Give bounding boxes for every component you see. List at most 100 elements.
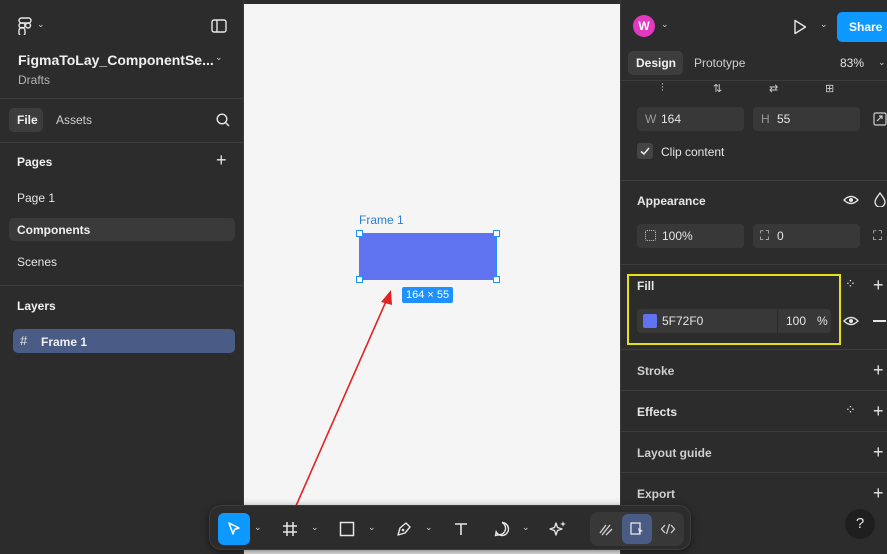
clip-content-label: Clip content [661, 145, 725, 159]
fill-title: Fill [637, 279, 655, 293]
comment-tool[interactable] [486, 513, 518, 545]
add-export-icon[interactable]: + [873, 483, 884, 504]
add-page-icon[interactable]: + [216, 150, 227, 171]
file-location: Drafts [18, 73, 51, 87]
chevron-down-icon[interactable]: ⌄ [215, 52, 223, 63]
layout-guide-title: Layout guide [637, 446, 712, 460]
add-fill-icon[interactable]: + [873, 275, 884, 296]
auto-layout-icon[interactable]: ⫶ [661, 82, 664, 95]
avatar[interactable]: W [633, 15, 655, 37]
pen-icon [397, 522, 411, 536]
comment-icon [494, 521, 510, 537]
chevron-down-icon[interactable]: ⌄ [311, 522, 319, 533]
chevron-down-icon[interactable]: ⌄ [820, 19, 828, 30]
frame-icon [283, 522, 297, 536]
fill-swatch[interactable] [643, 314, 657, 328]
present-icon[interactable] [793, 19, 807, 38]
width-label: W [645, 112, 657, 126]
text-tool[interactable] [445, 513, 477, 545]
page-item[interactable]: Components [17, 223, 90, 237]
corner-radius-field[interactable]: ⛶ 0 [753, 224, 860, 248]
add-layout-guide-icon[interactable]: + [873, 442, 884, 463]
chevron-down-icon[interactable]: ⌄ [37, 19, 45, 30]
add-stroke-icon[interactable]: + [873, 360, 884, 381]
opacity-value[interactable]: 100% [662, 229, 693, 243]
blend-mode-icon[interactable] [874, 191, 886, 210]
properties-panel: W ⌄ ⌄ Share Design Prototype 83% ⌄ ⫶ ⇅ ⇄… [620, 0, 887, 554]
file-name[interactable]: FigmaToLay_ComponentSe... [18, 52, 214, 68]
remove-fill-icon[interactable] [873, 320, 886, 322]
tab-assets[interactable]: Assets [56, 113, 92, 127]
grid-icon[interactable]: ⊞ [825, 82, 834, 95]
fill-divider [777, 309, 778, 333]
fill-hex-value[interactable]: 5F72F0 [662, 314, 703, 328]
height-value[interactable]: 55 [777, 112, 790, 126]
height-field[interactable]: H 55 [753, 107, 860, 131]
search-icon[interactable] [216, 113, 230, 130]
move-tool[interactable] [218, 513, 250, 545]
appearance-title: Appearance [637, 194, 706, 208]
chevron-down-icon[interactable]: ⌄ [661, 19, 669, 30]
chevron-down-icon[interactable]: ⌄ [368, 522, 376, 533]
tab-design[interactable]: Design [636, 56, 676, 70]
frame-icon: # [20, 333, 28, 348]
tab-prototype[interactable]: Prototype [694, 56, 745, 70]
draw-mode[interactable] [591, 514, 621, 544]
clip-content-checkbox[interactable] [637, 143, 653, 159]
page-item[interactable]: Scenes [17, 255, 57, 269]
opacity-field[interactable]: 100% [637, 224, 744, 248]
width-value[interactable]: 164 [661, 112, 681, 126]
draw-icon [599, 524, 613, 536]
height-label: H [761, 112, 770, 126]
eye-icon[interactable] [843, 315, 859, 330]
help-button[interactable]: ? [845, 509, 875, 539]
chevron-down-icon[interactable]: ⌄ [425, 522, 433, 533]
frame-tool[interactable] [274, 513, 306, 545]
zoom-level[interactable]: 83% [840, 56, 864, 70]
fill-opacity-value[interactable]: 100 [786, 314, 806, 328]
layers-title: Layers [17, 299, 56, 313]
design-icon [630, 522, 643, 535]
design-mode[interactable] [622, 514, 652, 544]
chevron-down-icon[interactable]: ⌄ [878, 57, 886, 68]
add-effect-icon[interactable]: + [873, 401, 884, 422]
annotation-arrow [291, 290, 392, 516]
chevron-down-icon[interactable]: ⌄ [254, 522, 262, 533]
shape-tool[interactable] [331, 513, 363, 545]
chevron-down-icon[interactable]: ⌄ [522, 522, 530, 533]
rectangle-icon [339, 521, 355, 537]
eye-icon[interactable] [843, 194, 859, 209]
share-button-label: Share [849, 20, 883, 34]
sparkle-icon [549, 521, 566, 536]
bottom-toolbar: ⌄ ⌄ ⌄ ⌄ ⌄ [209, 505, 691, 550]
figma-menu-icon[interactable] [18, 17, 32, 38]
align-icon[interactable]: ⇅ [713, 82, 722, 95]
tab-file[interactable]: File [17, 113, 38, 127]
pen-tool[interactable] [388, 513, 420, 545]
text-icon [455, 523, 467, 535]
actions-tool[interactable] [542, 513, 574, 545]
page-item[interactable]: Page 1 [17, 191, 55, 205]
styles-icon[interactable]: ⁘ [845, 276, 856, 292]
fill-percent: % [817, 314, 828, 328]
effects-title: Effects [637, 405, 678, 419]
left-sidebar: ⌄ FigmaToLay_ComponentSe... ⌄ Drafts Fil… [0, 0, 244, 554]
width-field[interactable]: W 164 [637, 107, 744, 131]
code-icon [660, 523, 676, 535]
corner-radius-value[interactable]: 0 [777, 229, 784, 243]
corner-radius-icon: ⛶ [760, 228, 770, 243]
resize-to-fit-icon[interactable] [873, 112, 887, 129]
independent-corners-icon[interactable]: ⛶ [873, 228, 882, 244]
pages-title: Pages [17, 155, 53, 169]
layer-item-label: Frame 1 [41, 335, 88, 349]
distribute-icon[interactable]: ⇄ [769, 82, 778, 95]
stroke-title: Stroke [637, 364, 675, 378]
cursor-icon [228, 522, 240, 535]
sidebar-toggle-icon[interactable] [211, 19, 227, 36]
fill-field[interactable]: 5F72F0 100 % [637, 309, 831, 333]
styles-icon[interactable]: ⁘ [845, 402, 856, 418]
opacity-icon [645, 230, 656, 241]
export-title: Export [637, 487, 676, 501]
dev-mode[interactable] [653, 514, 683, 544]
canvas[interactable]: Frame 1 164 × 55 [244, 4, 620, 554]
